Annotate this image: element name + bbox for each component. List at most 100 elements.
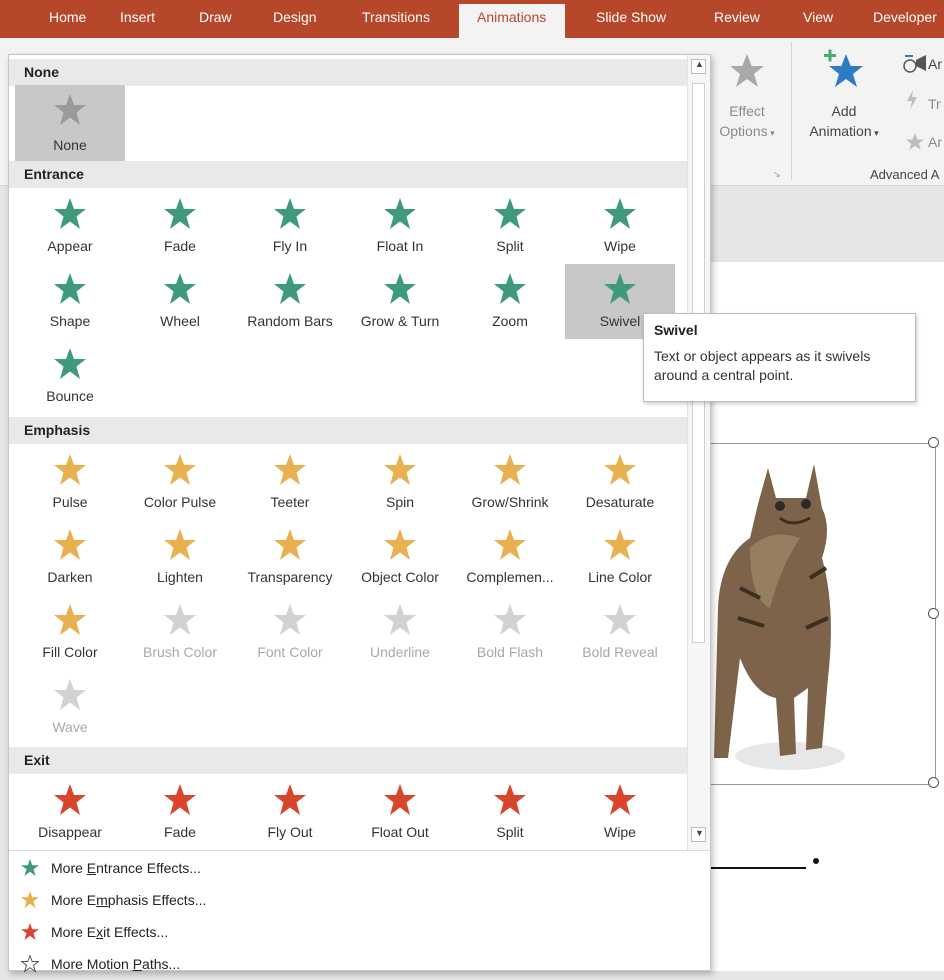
exit-effect-label: Split (496, 824, 524, 840)
entrance-effect-shape[interactable]: Shape (15, 264, 125, 339)
resize-handle-right[interactable] (928, 608, 939, 619)
more-emphasis-effects[interactable]: More Emphasis Effects... (9, 884, 687, 916)
animation-pane-icon (903, 55, 926, 73)
entrance-effect-split[interactable]: Split (455, 189, 565, 264)
entrance-float-in-icon (384, 198, 416, 229)
entrance-effect-random-bars[interactable]: Random Bars (235, 264, 345, 339)
add-animation-button[interactable]: Add Animation ▾ (796, 101, 892, 143)
entrance-effect-fade[interactable]: Fade (125, 189, 235, 264)
more-motion-pre: More Motion (51, 956, 133, 972)
cat-image[interactable] (710, 458, 850, 778)
emphasis-effect-label: Transparency (247, 569, 333, 585)
entrance-effect-wheel[interactable]: Wheel (125, 264, 235, 339)
entrance-effect-appear[interactable]: Appear (15, 189, 125, 264)
scroll-down-button[interactable]: ▼ (691, 827, 706, 842)
emphasis-effect-font-color[interactable]: Font Color (235, 595, 345, 670)
entrance-effect-zoom[interactable]: Zoom (455, 264, 565, 339)
emphasis-effect-darken[interactable]: Darken (15, 520, 125, 595)
emphasis-complemen-icon (494, 529, 526, 560)
emphasis-bold-reveal-icon (604, 604, 636, 635)
emphasis-effect-color-pulse[interactable]: Color Pulse (125, 445, 235, 520)
scroll-up-button[interactable]: ▲ (691, 59, 706, 74)
entrance-effect-fly-in[interactable]: Fly In (235, 189, 345, 264)
emphasis-effect-pulse[interactable]: Pulse (15, 445, 125, 520)
emphasis-effect-grow-shrink[interactable]: Grow/Shrink (455, 445, 565, 520)
emphasis-effect-label: Spin (385, 494, 415, 510)
entrance-effect-label: Zoom (492, 313, 528, 329)
more-motion-paths[interactable]: More Motion Paths... (9, 948, 687, 980)
exit-effect-label: Fade (164, 824, 196, 840)
exit-effect-float-out[interactable]: Float Out (345, 775, 455, 850)
tab-design[interactable]: Design (273, 9, 317, 25)
entrance-effect-label: Wheel (160, 313, 200, 329)
resize-handle-top-right[interactable] (928, 437, 939, 448)
scroll-down-arrow-icon: ▼ (695, 828, 704, 838)
dialog-launcher-icon[interactable]: ↘ (773, 169, 781, 180)
effect-options-button[interactable]: Effect Options ▾ (712, 101, 782, 143)
more-entrance-effects[interactable]: More Entrance Effects... (9, 852, 687, 884)
emphasis-effect-spin[interactable]: Spin (345, 445, 455, 520)
exit-effect-disappear[interactable]: Disappear (15, 775, 125, 850)
effect-options-label-line1: Effect (729, 103, 765, 119)
entrance-effect-wipe[interactable]: Wipe (565, 189, 675, 264)
exit-effect-fade[interactable]: Fade (125, 775, 235, 850)
tab-draw[interactable]: Draw (199, 9, 232, 25)
emphasis-effect-object-color[interactable]: Object Color (345, 520, 455, 595)
effect-options-star-icon (730, 54, 764, 87)
resize-handle-bottom-right[interactable] (928, 777, 939, 788)
tab-slide-show[interactable]: Slide Show (596, 9, 666, 25)
tab-animations[interactable]: Animations (459, 4, 566, 38)
tab-home[interactable]: Home (49, 9, 86, 25)
emphasis-effect-underline[interactable]: Underline (345, 595, 455, 670)
line-endpoint[interactable] (813, 858, 819, 864)
emphasis-underline-icon (384, 604, 416, 635)
trigger-icon (907, 90, 917, 110)
emphasis-effect-brush-color[interactable]: Brush Color (125, 595, 235, 670)
tab-transitions[interactable]: Transitions (362, 9, 430, 25)
entrance-grow-turn-icon (384, 273, 416, 304)
emphasis-effect-desaturate[interactable]: Desaturate (565, 445, 675, 520)
exit-effect-label: Float Out (371, 824, 429, 840)
tooltip-body-line2: around a central point. (654, 367, 794, 383)
emphasis-grow-shrink-icon (494, 454, 526, 485)
emphasis-effect-wave[interactable]: Wave (15, 670, 125, 745)
entrance-swivel-icon (604, 273, 636, 304)
entrance-split-icon (494, 198, 526, 229)
section-exit-header: Exit (9, 747, 687, 774)
entrance-effect-bounce[interactable]: Bounce (15, 339, 125, 414)
line-shape[interactable] (706, 867, 806, 869)
entrance-effect-float-in[interactable]: Float In (345, 189, 455, 264)
more-emphasis-pre: More E (51, 892, 97, 908)
emphasis-teeter-icon (274, 454, 306, 485)
animation-gallery-dropdown: None None Entrance Appear Fade Fly In Float… (8, 54, 711, 973)
effect-options-label-line2: Options (719, 123, 768, 139)
emphasis-effect-fill-color[interactable]: Fill Color (15, 595, 125, 670)
emphasis-effect-transparency[interactable]: Transparency (235, 520, 345, 595)
exit-effect-wipe[interactable]: Wipe (565, 775, 675, 850)
tab-developer[interactable]: Developer (873, 9, 937, 25)
gallery-scrollbar[interactable]: ▲ ▼ (687, 55, 710, 850)
tab-insert[interactable]: Insert (120, 9, 155, 25)
emphasis-effect-bold-flash[interactable]: Bold Flash (455, 595, 565, 670)
animation-painter-button[interactable]: Ar (928, 132, 942, 152)
emphasis-effect-teeter[interactable]: Teeter (235, 445, 345, 520)
entrance-effect-label: Split (496, 238, 524, 254)
exit-effect-split[interactable]: Split (455, 775, 565, 850)
tab-review[interactable]: Review (714, 9, 760, 25)
emphasis-effect-label: Pulse (52, 494, 88, 510)
emphasis-effect-lighten[interactable]: Lighten (125, 520, 235, 595)
trigger-button[interactable]: Tr (928, 94, 941, 114)
more-exit-effects[interactable]: More Exit Effects... (9, 916, 687, 948)
exit-effect-fly-out[interactable]: Fly Out (235, 775, 345, 850)
animation-pane-button[interactable]: Ar (928, 54, 942, 74)
emphasis-effect-bold-reveal[interactable]: Bold Reveal (565, 595, 675, 670)
tab-view[interactable]: View (803, 9, 833, 25)
emphasis-effect-complemen[interactable]: Complemen... (455, 520, 565, 595)
entrance-wheel-icon (164, 273, 196, 304)
emphasis-effect-line-color[interactable]: Line Color (565, 520, 675, 595)
more-motion-post: aths... (142, 956, 181, 972)
entrance-effect-grow-turn[interactable]: Grow & Turn (345, 264, 455, 339)
entrance-effect-label: Appear (47, 238, 93, 254)
effect-none[interactable]: None (15, 85, 125, 161)
emphasis-effect-label: Color Pulse (143, 494, 217, 510)
